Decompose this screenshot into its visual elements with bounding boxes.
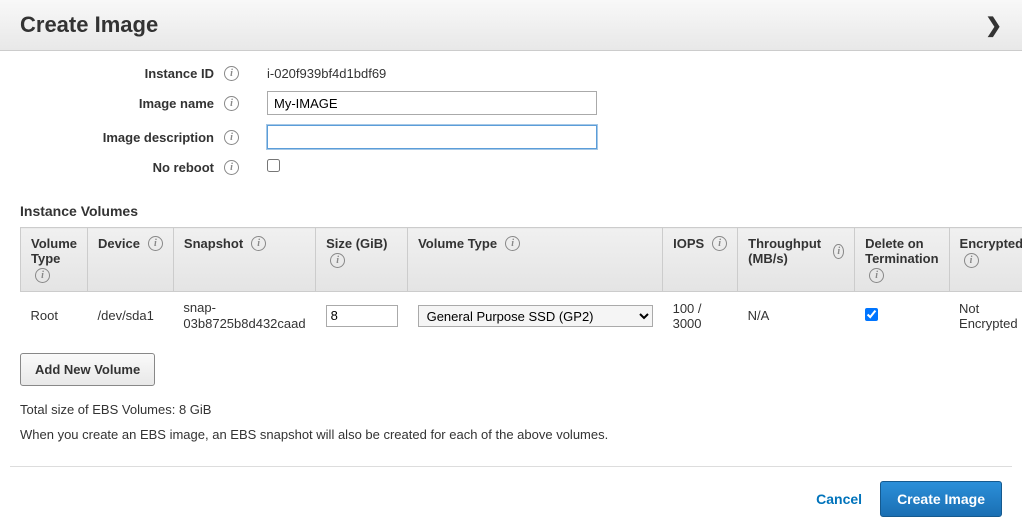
col-iops: IOPS i bbox=[663, 228, 738, 292]
volumes-table: Volume Type i Device i Snapshot i Size (… bbox=[20, 227, 1022, 339]
col-device: Device i bbox=[88, 228, 174, 292]
col-volume-type: Volume Type i bbox=[408, 228, 663, 292]
col-label: Size (GiB) bbox=[326, 236, 397, 251]
info-icon[interactable]: i bbox=[224, 96, 239, 111]
no-reboot-checkbox[interactable] bbox=[267, 159, 280, 172]
col-label: Volume Type bbox=[31, 236, 77, 266]
info-icon[interactable]: i bbox=[224, 66, 239, 81]
col-size: Size (GiB) i bbox=[316, 228, 408, 292]
col-label: Throughput (MB/s) bbox=[748, 236, 825, 266]
cell-size bbox=[316, 292, 408, 340]
instance-volumes-title: Instance Volumes bbox=[20, 203, 1022, 219]
size-input[interactable] bbox=[326, 305, 398, 327]
image-description-label: Image description bbox=[20, 130, 220, 145]
row-image-description: Image description i bbox=[20, 125, 1002, 149]
cell-encrypted: Not Encrypted bbox=[949, 292, 1022, 340]
cell-vtype-short: Root bbox=[21, 292, 88, 340]
row-no-reboot: No reboot i bbox=[20, 159, 1002, 175]
image-name-label: Image name bbox=[20, 96, 220, 111]
info-icon[interactable]: i bbox=[869, 268, 884, 283]
dialog-header: Create Image ❯ bbox=[0, 0, 1022, 51]
instance-id-value: i-020f939bf4d1bdf69 bbox=[267, 66, 386, 81]
info-icon[interactable]: i bbox=[330, 253, 345, 268]
cell-delete-on-term bbox=[855, 292, 949, 340]
col-snapshot: Snapshot i bbox=[173, 228, 315, 292]
cell-throughput: N/A bbox=[738, 292, 855, 340]
cell-vtype: General Purpose SSD (GP2) bbox=[408, 292, 663, 340]
chevron-right-icon[interactable]: ❯ bbox=[985, 13, 1002, 38]
info-icon[interactable]: i bbox=[964, 253, 979, 268]
info-icon[interactable]: i bbox=[505, 236, 520, 251]
delete-on-termination-checkbox[interactable] bbox=[865, 308, 878, 321]
info-icon[interactable]: i bbox=[712, 236, 727, 251]
cell-snapshot: snap-03b8725b8d432caad bbox=[173, 292, 315, 340]
info-icon[interactable]: i bbox=[251, 236, 266, 251]
image-name-input[interactable] bbox=[267, 91, 597, 115]
col-volume-type-short: Volume Type i bbox=[21, 228, 88, 292]
no-reboot-label: No reboot bbox=[20, 160, 220, 175]
row-image-name: Image name i bbox=[20, 91, 1002, 115]
info-icon[interactable]: i bbox=[224, 130, 239, 145]
col-label: Snapshot bbox=[184, 236, 243, 251]
col-throughput: Throughput (MB/s) i bbox=[738, 228, 855, 292]
info-icon[interactable]: i bbox=[148, 236, 163, 251]
volume-type-select[interactable]: General Purpose SSD (GP2) bbox=[418, 305, 653, 327]
col-delete-on-term: Delete on Termination i bbox=[855, 228, 949, 292]
info-icon[interactable]: i bbox=[35, 268, 50, 283]
add-new-volume-button[interactable]: Add New Volume bbox=[20, 353, 155, 386]
col-label: Device bbox=[98, 236, 140, 251]
create-image-button[interactable]: Create Image bbox=[880, 481, 1002, 517]
cancel-link[interactable]: Cancel bbox=[816, 491, 862, 507]
instance-id-label: Instance ID bbox=[20, 66, 220, 81]
cell-device: /dev/sda1 bbox=[88, 292, 174, 340]
info-icon[interactable]: i bbox=[833, 244, 844, 259]
col-label: IOPS bbox=[673, 236, 704, 251]
ebs-snapshot-note: When you create an EBS image, an EBS sna… bbox=[20, 425, 1002, 446]
row-instance-id: Instance ID i i-020f939bf4d1bdf69 bbox=[20, 66, 1002, 81]
info-icon[interactable]: i bbox=[224, 160, 239, 175]
page-title: Create Image bbox=[20, 12, 158, 38]
table-row: Root /dev/sda1 snap-03b8725b8d432caad Ge… bbox=[21, 292, 1022, 340]
col-label: Encrypted bbox=[960, 236, 1022, 251]
image-description-input[interactable] bbox=[267, 125, 597, 149]
col-label: Volume Type bbox=[418, 236, 497, 251]
form-section: Instance ID i i-020f939bf4d1bdf69 Image … bbox=[0, 51, 1022, 195]
footer-actions: Cancel Create Image bbox=[0, 467, 1022, 531]
col-label: Delete on Termination bbox=[865, 236, 938, 266]
cell-iops: 100 / 3000 bbox=[663, 292, 738, 340]
ebs-total-size-text: Total size of EBS Volumes: 8 GiB bbox=[20, 400, 1002, 421]
col-encrypted: Encrypted i bbox=[949, 228, 1022, 292]
